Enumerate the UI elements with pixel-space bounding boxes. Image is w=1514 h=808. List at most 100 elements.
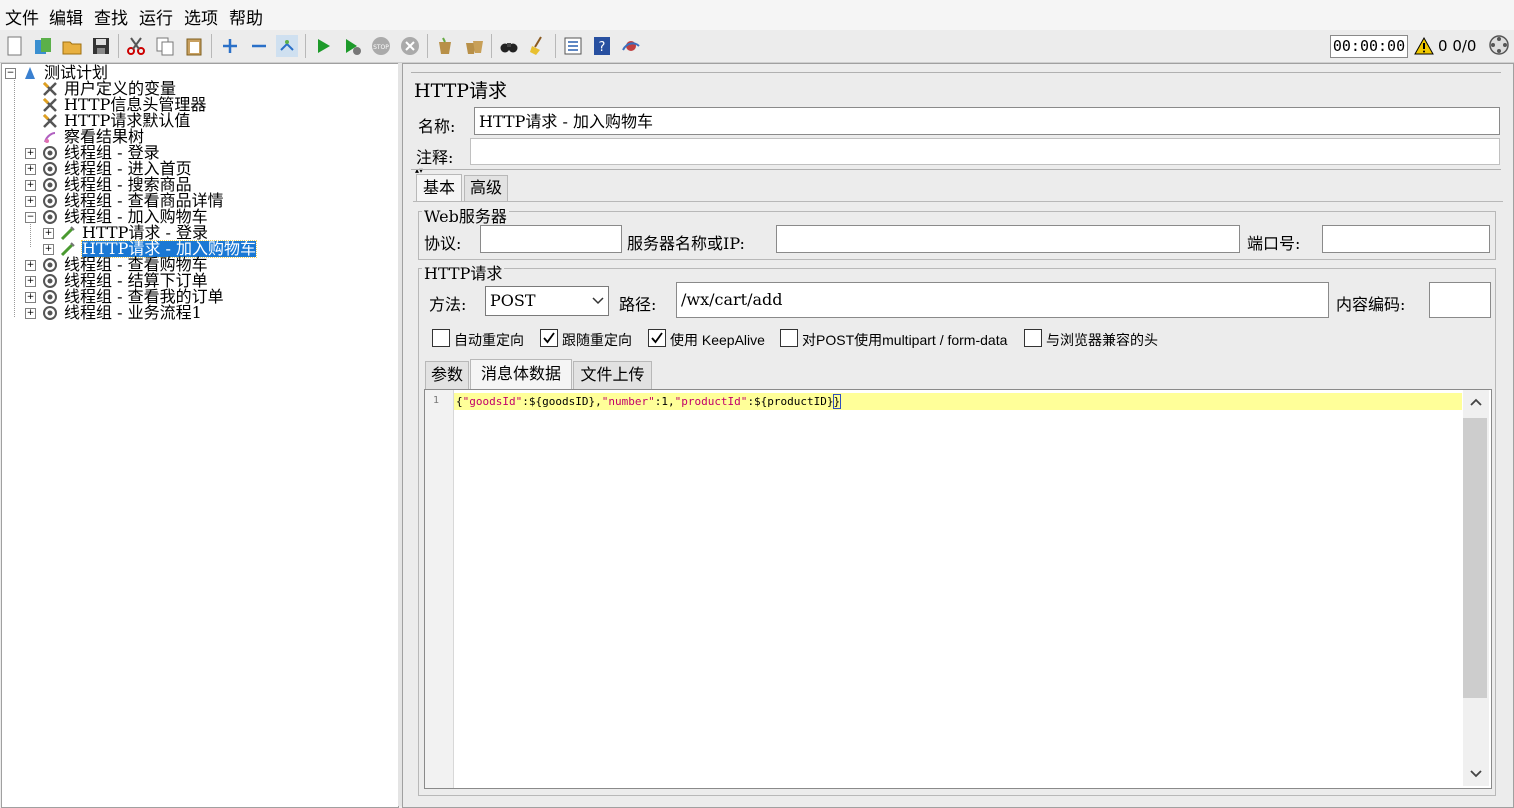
menu-bar: 文件 编辑 查找 运行 选项 帮助 <box>0 0 1514 30</box>
thread-group-icon <box>43 290 57 304</box>
elapsed-time: 00:00:00 <box>1330 35 1408 58</box>
json-value: :1, <box>654 395 675 408</box>
expand-icon[interactable] <box>219 35 241 57</box>
templates-icon[interactable] <box>32 35 54 57</box>
new-icon[interactable] <box>4 35 26 57</box>
shutdown-icon[interactable] <box>399 35 421 57</box>
method-label: 方法: <box>429 295 467 314</box>
path-field[interactable]: /wx/cart/add <box>676 282 1329 318</box>
scrollbar-thumb[interactable] <box>1463 418 1487 698</box>
body-data-editor[interactable]: 1 {"goodsId":${goodsID},"number":1,"prod… <box>424 389 1492 789</box>
test-plan-tree[interactable]: − 测试计划 用户定义的变量 HTTP信息头管理器 HTTP请求默认值 察看结果… <box>1 63 399 808</box>
menu-search[interactable]: 查找 <box>94 4 128 29</box>
listener-icon <box>44 132 56 143</box>
tree-expand-toggle[interactable]: + <box>25 308 36 319</box>
tab-file-upload[interactable]: 文件上传 <box>573 361 652 389</box>
config-icon <box>42 97 57 112</box>
menu-edit[interactable]: 编辑 <box>49 4 83 29</box>
tree-expand-toggle[interactable]: + <box>25 164 36 175</box>
stop-icon[interactable]: STOP <box>370 35 392 57</box>
thread-group-icon <box>43 162 57 176</box>
body-data-line[interactable]: {"goodsId":${goodsID},"number":1,"produc… <box>456 394 842 409</box>
tree-item-tg-flow1[interactable]: 线程组 - 业务流程1 <box>64 305 202 321</box>
divider <box>411 72 1501 73</box>
tree-collapse-toggle[interactable]: − <box>25 212 36 223</box>
json-key: "goodsId" <box>462 395 523 408</box>
save-icon[interactable] <box>90 35 112 57</box>
json-brace: } <box>832 394 842 409</box>
tab-basic[interactable]: 基本 <box>416 174 462 201</box>
name-label: 名称: <box>418 117 456 136</box>
test-plan-icon <box>25 67 35 79</box>
json-brace: { <box>456 395 463 408</box>
tree-connector <box>14 76 15 317</box>
toolbar-separator <box>555 34 556 58</box>
tree-expand-toggle[interactable]: + <box>43 244 54 255</box>
warning-icon[interactable] <box>1414 36 1434 56</box>
keepalive-checkbox[interactable] <box>648 329 666 347</box>
multipart-checkbox[interactable] <box>780 329 798 347</box>
multipart-label: 对POST使用multipart / form-data <box>802 332 1008 348</box>
menu-file[interactable]: 文件 <box>5 4 39 29</box>
tree-expand-toggle[interactable]: + <box>25 292 36 303</box>
start-icon[interactable] <box>312 35 334 57</box>
toolbar-separator <box>427 34 428 58</box>
json-value: :${productID} <box>747 395 834 408</box>
menu-run[interactable]: 运行 <box>139 4 173 29</box>
scroll-down-icon[interactable] <box>1469 768 1483 780</box>
function-helper-icon[interactable] <box>562 35 584 57</box>
follow-redirect-checkbox[interactable] <box>540 329 558 347</box>
check-icon <box>651 332 663 344</box>
tree-expand-toggle[interactable]: + <box>25 148 36 159</box>
protocol-field[interactable] <box>480 225 622 253</box>
tree-collapse-toggle[interactable]: − <box>5 68 16 79</box>
remote-icon[interactable] <box>620 35 642 57</box>
tree-expand-toggle[interactable]: + <box>25 260 36 271</box>
cut-icon[interactable] <box>125 35 147 57</box>
open-icon[interactable] <box>61 35 83 57</box>
follow-redirect-label: 跟随重定向 <box>562 332 632 348</box>
scroll-up-icon[interactable] <box>1469 396 1483 408</box>
search-icon[interactable] <box>498 35 520 57</box>
divider <box>413 201 1503 202</box>
tree-expand-toggle[interactable]: + <box>25 276 36 287</box>
paste-icon[interactable] <box>183 35 205 57</box>
comment-field[interactable] <box>470 138 1500 165</box>
thread-group-icon <box>43 194 57 208</box>
start-no-pause-icon[interactable] <box>341 35 363 57</box>
tree-expand-toggle[interactable]: + <box>25 180 36 191</box>
thread-group-icon <box>43 146 57 160</box>
port-field[interactable] <box>1322 225 1490 253</box>
vertical-scrollbar[interactable] <box>1463 390 1489 786</box>
status-indicator-icon <box>1489 35 1509 55</box>
server-label: 服务器名称或IP: <box>627 234 745 253</box>
tab-advanced[interactable]: 高级 <box>464 175 508 201</box>
toolbar-separator <box>305 34 306 58</box>
help-icon[interactable]: ? <box>591 35 613 57</box>
warning-count: 0 <box>1438 37 1448 55</box>
method-select[interactable]: POST <box>485 286 609 316</box>
toolbar-separator <box>211 34 212 58</box>
copy-icon[interactable] <box>154 35 176 57</box>
browser-headers-checkbox[interactable] <box>1024 329 1042 347</box>
panel-title: HTTP请求 <box>414 80 508 102</box>
protocol-label: 协议: <box>424 234 462 253</box>
reset-search-icon[interactable] <box>527 35 549 57</box>
clear-all-icon[interactable] <box>463 35 485 57</box>
menu-options[interactable]: 选项 <box>184 4 218 29</box>
tree-expand-toggle[interactable]: + <box>25 196 36 207</box>
server-field[interactable] <box>776 225 1240 253</box>
name-field[interactable]: HTTP请求 - 加入购物车 <box>474 107 1500 135</box>
tree-expand-toggle[interactable]: + <box>43 228 54 239</box>
path-label: 路径: <box>619 295 657 314</box>
clear-icon[interactable] <box>434 35 456 57</box>
tab-body-data[interactable]: 消息体数据 <box>470 359 572 389</box>
menu-help[interactable]: 帮助 <box>229 4 263 29</box>
json-value: :${goodsID}, <box>522 395 602 408</box>
toggle-icon[interactable] <box>276 35 298 57</box>
config-icon <box>42 113 57 128</box>
encoding-field[interactable] <box>1429 282 1491 318</box>
collapse-icon[interactable] <box>248 35 270 57</box>
auto-redirect-checkbox[interactable] <box>432 329 450 347</box>
tab-parameters[interactable]: 参数 <box>425 361 469 389</box>
